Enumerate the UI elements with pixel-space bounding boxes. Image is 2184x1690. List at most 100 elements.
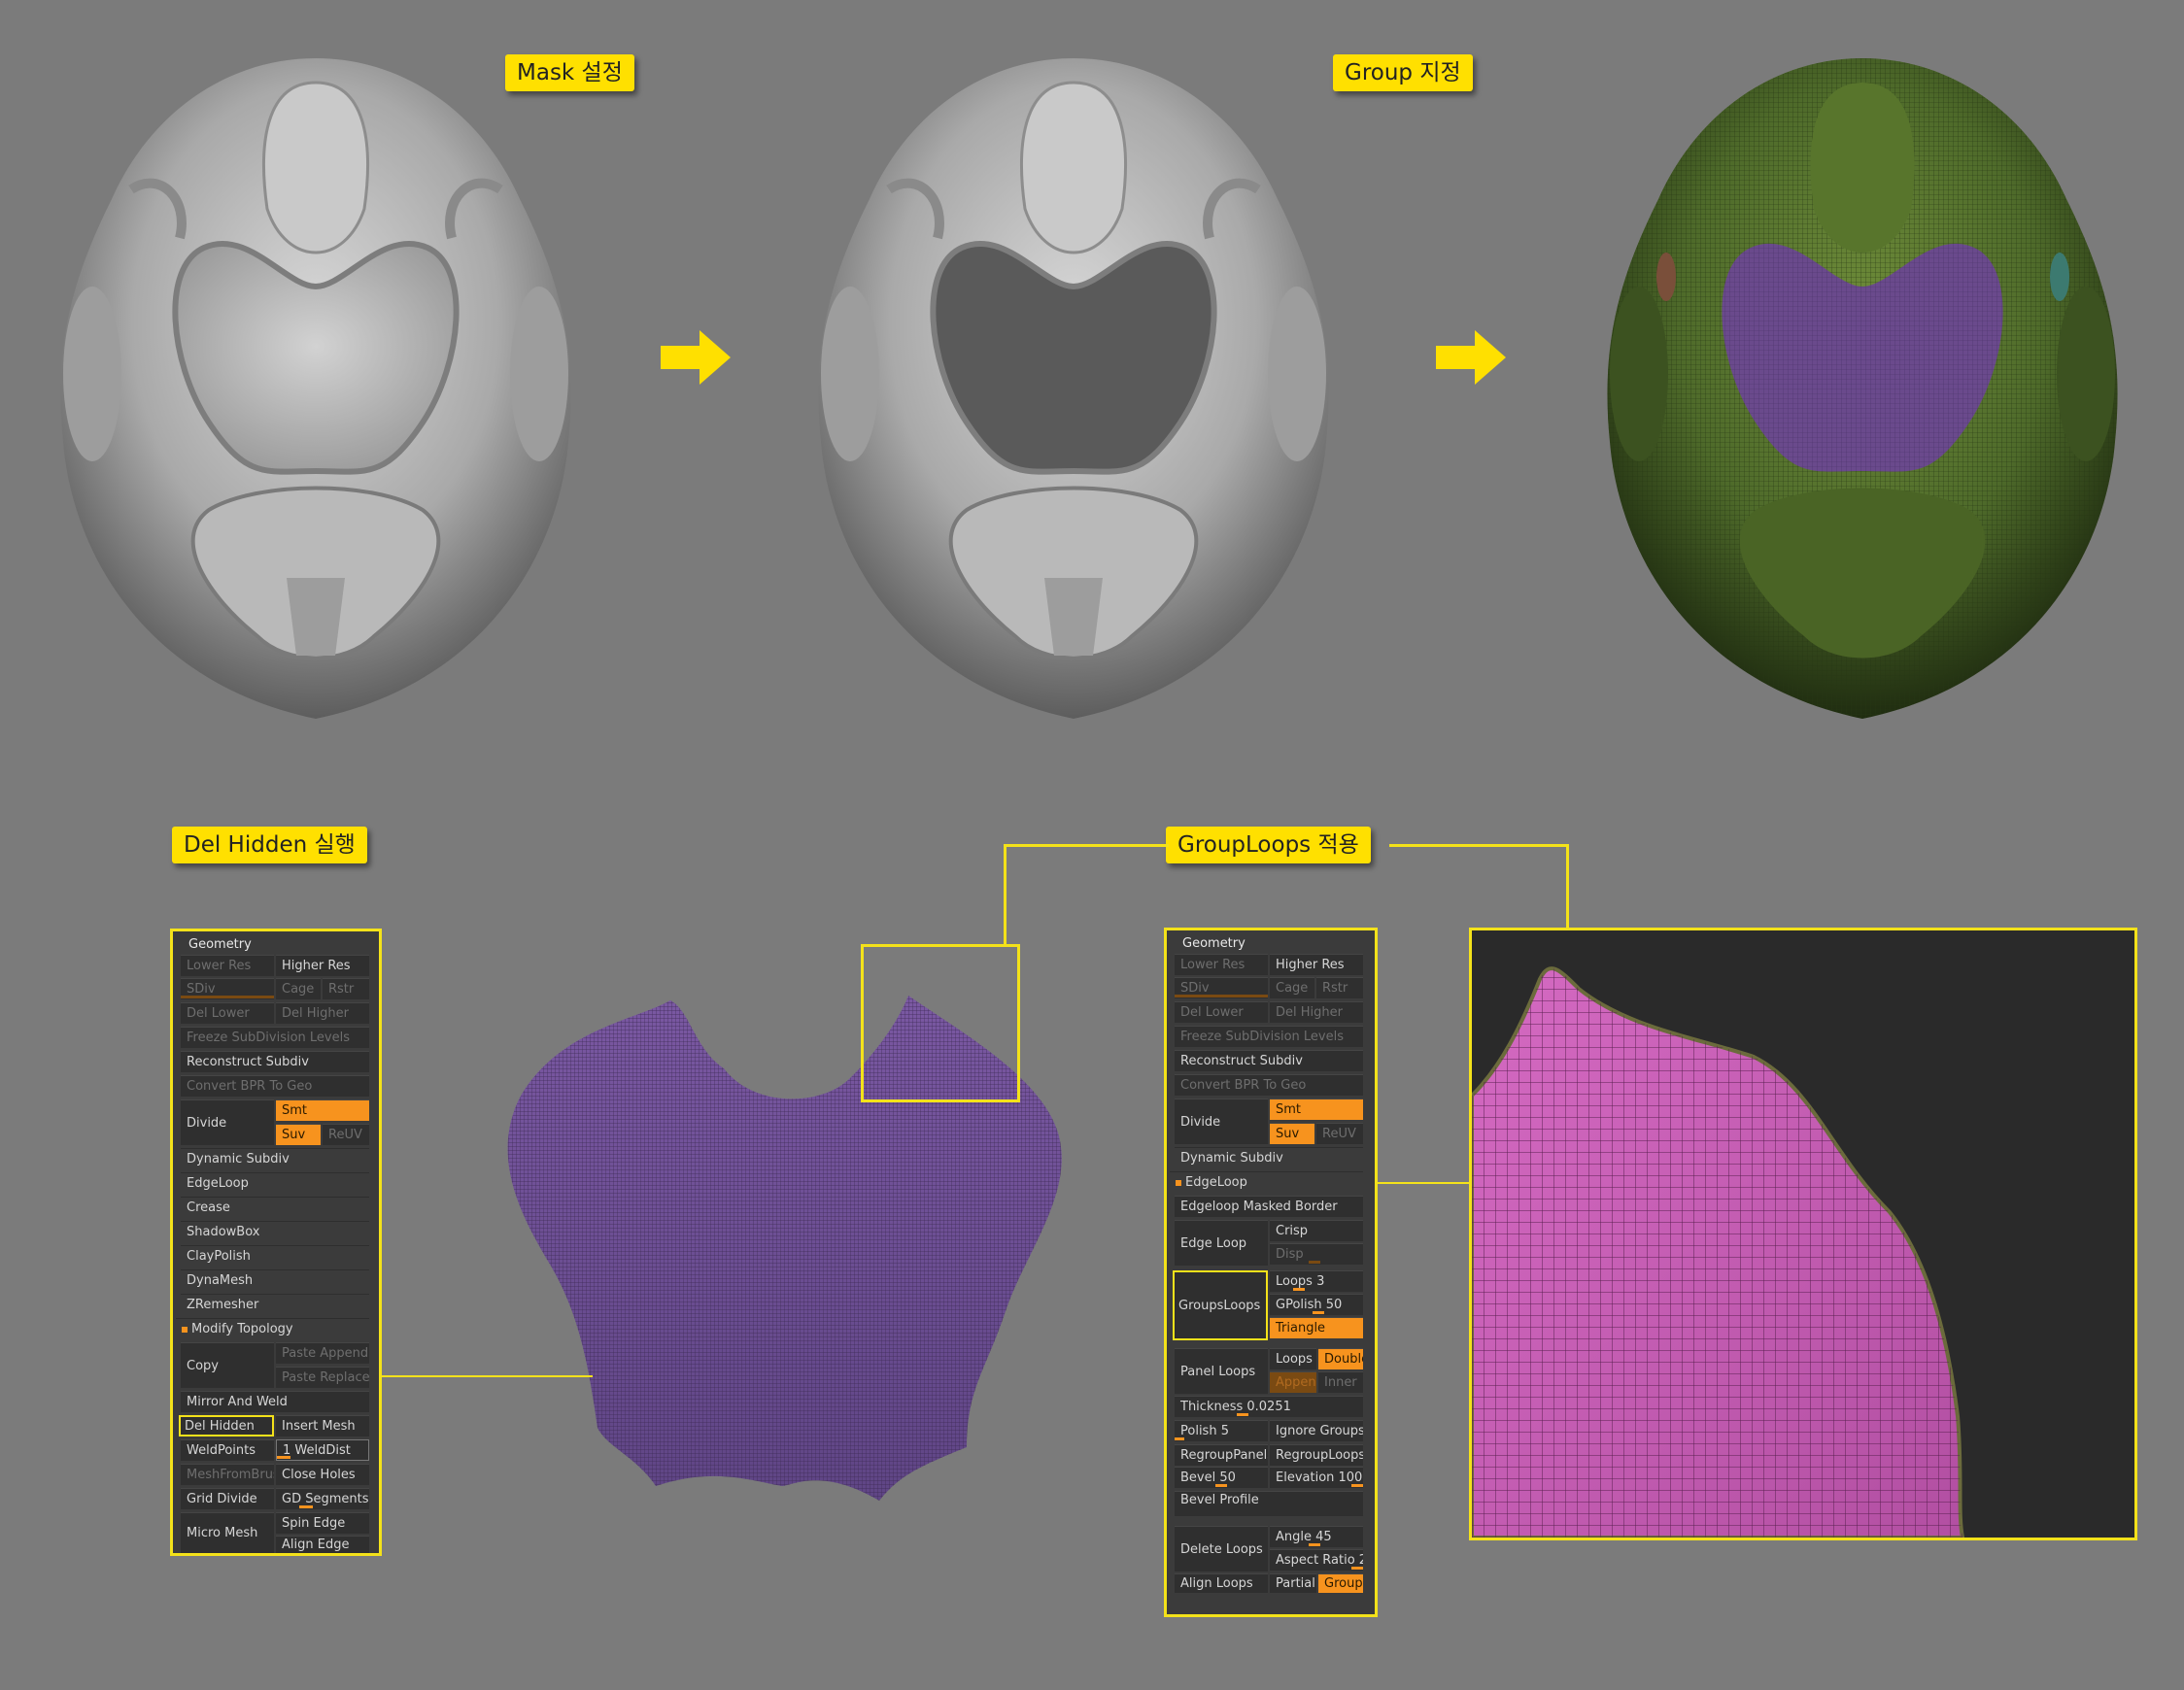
reconstruct-subdiv-button[interactable]: Reconstruct Subdiv bbox=[1175, 1050, 1363, 1071]
copy-button[interactable]: Copy bbox=[181, 1342, 274, 1388]
aspect-ratio-slider[interactable]: Aspect Ratio 25 bbox=[1270, 1549, 1363, 1571]
angle-slider[interactable]: Angle 45 bbox=[1270, 1526, 1363, 1547]
edge-loop-button[interactable]: Edge Loop bbox=[1175, 1220, 1268, 1266]
welddist-slider[interactable]: 1 WeldDist bbox=[276, 1439, 369, 1461]
panel-header: Geometry bbox=[188, 937, 252, 952]
claypolish-section[interactable]: ClayPolish bbox=[181, 1245, 369, 1267]
freeze-subdiv-button[interactable]: Freeze SubDivision Levels bbox=[181, 1027, 369, 1048]
sdiv-slider[interactable]: SDiv bbox=[181, 978, 274, 999]
freeze-subdiv-button[interactable]: Freeze SubDivision Levels bbox=[1175, 1026, 1363, 1047]
rstr-button[interactable]: Rstr bbox=[323, 978, 369, 999]
thickness-label: Thickness 0.0251 bbox=[1180, 1400, 1291, 1414]
mirror-and-weld-button[interactable]: Mirror And Weld bbox=[181, 1391, 369, 1412]
dynamesh-section[interactable]: DynaMesh bbox=[181, 1269, 369, 1291]
delete-loops-button[interactable]: Delete Loops bbox=[1175, 1526, 1268, 1572]
weldpoints-button[interactable]: WeldPoints bbox=[181, 1439, 274, 1461]
grid-divide-button[interactable]: Grid Divide bbox=[181, 1488, 274, 1509]
step-label-mask: Mask 설정 bbox=[505, 54, 634, 91]
elevation-label: Elevation 100 bbox=[1276, 1470, 1363, 1485]
close-holes-button[interactable]: Close Holes bbox=[276, 1464, 369, 1485]
double-toggle[interactable]: Double bbox=[1318, 1348, 1363, 1369]
gd-segments-label: GD Segments 3 bbox=[282, 1492, 369, 1506]
del-hidden-button[interactable]: Del Hidden bbox=[179, 1415, 274, 1436]
micro-mesh-button[interactable]: Micro Mesh bbox=[181, 1512, 274, 1553]
step-label-grouploops: GroupLoops 적용 bbox=[1166, 827, 1371, 863]
edgeloop-section[interactable]: EdgeLoop bbox=[1170, 1171, 1363, 1193]
del-higher-button[interactable]: Del Higher bbox=[1270, 1001, 1363, 1023]
helmet-polygroup-render bbox=[1607, 58, 2118, 719]
edgeloop-section[interactable]: EdgeLoop bbox=[181, 1172, 369, 1194]
bevel-profile-curve[interactable]: Bevel Profile bbox=[1175, 1491, 1363, 1516]
paste-replace-button[interactable]: Paste Replace bbox=[276, 1367, 369, 1388]
paste-append-button[interactable]: Paste Append bbox=[276, 1342, 369, 1364]
reuv-button[interactable]: ReUV bbox=[1316, 1123, 1363, 1144]
edgeloop-masked-border-button[interactable]: Edgeloop Masked Border bbox=[1175, 1196, 1363, 1217]
loops-toggle[interactable]: Loops bbox=[1270, 1348, 1316, 1369]
suv-toggle[interactable]: Suv bbox=[1270, 1123, 1314, 1144]
partial-toggle[interactable]: Partial bbox=[1270, 1573, 1316, 1593]
groups-toggle[interactable]: Groups bbox=[1318, 1573, 1363, 1593]
suv-toggle[interactable]: Suv bbox=[276, 1124, 321, 1145]
lower-res-button[interactable]: Lower Res bbox=[181, 955, 274, 976]
gd-segments-slider[interactable]: GD Segments 3 bbox=[276, 1488, 369, 1509]
triangle-toggle[interactable]: Triangle bbox=[1270, 1317, 1363, 1338]
connector-line bbox=[1004, 844, 1007, 945]
align-loops-button[interactable]: Align Loops bbox=[1175, 1573, 1268, 1593]
spin-edge-button[interactable]: Spin Edge bbox=[276, 1512, 369, 1534]
edgeloop-label: EdgeLoop bbox=[1185, 1175, 1247, 1190]
inner-toggle[interactable]: Inner bbox=[1318, 1371, 1363, 1393]
del-lower-button[interactable]: Del Lower bbox=[181, 1002, 274, 1024]
align-edge-button[interactable]: Align Edge bbox=[276, 1536, 369, 1553]
shadowbox-section[interactable]: ShadowBox bbox=[181, 1221, 369, 1242]
del-higher-button[interactable]: Del Higher bbox=[276, 1002, 369, 1024]
dynamic-subdiv-section[interactable]: Dynamic Subdiv bbox=[181, 1148, 369, 1169]
reuv-button[interactable]: ReUV bbox=[323, 1124, 369, 1145]
loops-slider[interactable]: Loops 3 bbox=[1270, 1270, 1363, 1292]
crease-section[interactable]: Crease bbox=[181, 1197, 369, 1218]
zremesher-section[interactable]: ZRemesher bbox=[181, 1294, 369, 1315]
cage-button[interactable]: Cage bbox=[276, 978, 321, 999]
cage-button[interactable]: Cage bbox=[1270, 977, 1314, 998]
crisp-toggle[interactable]: Crisp bbox=[1270, 1220, 1363, 1241]
gpolish-label: GPolish 50 bbox=[1276, 1298, 1343, 1312]
reconstruct-subdiv-button[interactable]: Reconstruct Subdiv bbox=[181, 1051, 369, 1072]
step-label-del-hidden: Del Hidden 실행 bbox=[172, 827, 367, 863]
divide-button[interactable]: Divide bbox=[1175, 1098, 1268, 1144]
convert-bpr-button[interactable]: Convert BPR To Geo bbox=[1175, 1074, 1363, 1096]
disp-slider[interactable]: Disp bbox=[1270, 1243, 1363, 1265]
loops-label: Loops 3 bbox=[1276, 1274, 1325, 1289]
connector-line bbox=[1566, 844, 1569, 930]
gpolish-slider[interactable]: GPolish 50 bbox=[1270, 1294, 1363, 1315]
arrow-right-icon bbox=[1436, 330, 1506, 385]
sdiv-slider[interactable]: SDiv bbox=[1175, 977, 1268, 998]
panel-loops-button[interactable]: Panel Loops bbox=[1175, 1348, 1268, 1394]
smt-toggle[interactable]: Smt bbox=[276, 1099, 369, 1121]
dynamic-subdiv-section[interactable]: Dynamic Subdiv bbox=[1175, 1147, 1363, 1168]
higher-res-button[interactable]: Higher Res bbox=[1270, 954, 1363, 975]
groupsloops-button[interactable]: GroupsLoops bbox=[1173, 1270, 1268, 1340]
regrouploops-toggle[interactable]: RegroupLoops bbox=[1270, 1444, 1363, 1466]
lower-res-button[interactable]: Lower Res bbox=[1175, 954, 1268, 975]
angle-label: Angle 45 bbox=[1276, 1530, 1332, 1544]
bevel-slider[interactable]: Bevel 50 bbox=[1175, 1467, 1268, 1488]
modify-topology-label: Modify Topology bbox=[191, 1322, 293, 1336]
del-lower-button[interactable]: Del Lower bbox=[1175, 1001, 1268, 1023]
insert-mesh-button[interactable]: Insert Mesh bbox=[276, 1415, 369, 1436]
convert-bpr-button[interactable]: Convert BPR To Geo bbox=[181, 1075, 369, 1097]
connector-line bbox=[1389, 844, 1569, 847]
polish-slider[interactable]: Polish 5 bbox=[1175, 1420, 1268, 1441]
divide-button[interactable]: Divide bbox=[181, 1099, 274, 1145]
higher-res-button[interactable]: Higher Res bbox=[276, 955, 369, 976]
disp-label: Disp bbox=[1276, 1247, 1304, 1262]
modify-topology-section[interactable]: Modify Topology bbox=[176, 1318, 369, 1339]
ignore-groups-toggle[interactable]: Ignore Groups bbox=[1270, 1420, 1363, 1441]
smt-toggle[interactable]: Smt bbox=[1270, 1098, 1363, 1120]
elevation-slider[interactable]: Elevation 100 bbox=[1270, 1467, 1363, 1488]
bevel-profile-label: Bevel Profile bbox=[1180, 1493, 1259, 1507]
thickness-slider[interactable]: Thickness 0.0251 bbox=[1175, 1396, 1363, 1417]
arrow-right-icon bbox=[661, 330, 731, 385]
meshfrombrush-button[interactable]: MeshFromBrush bbox=[181, 1464, 274, 1485]
regrouppanels-toggle[interactable]: RegroupPanels bbox=[1175, 1444, 1268, 1466]
append-toggle[interactable]: Append bbox=[1270, 1371, 1316, 1393]
rstr-button[interactable]: Rstr bbox=[1316, 977, 1363, 998]
